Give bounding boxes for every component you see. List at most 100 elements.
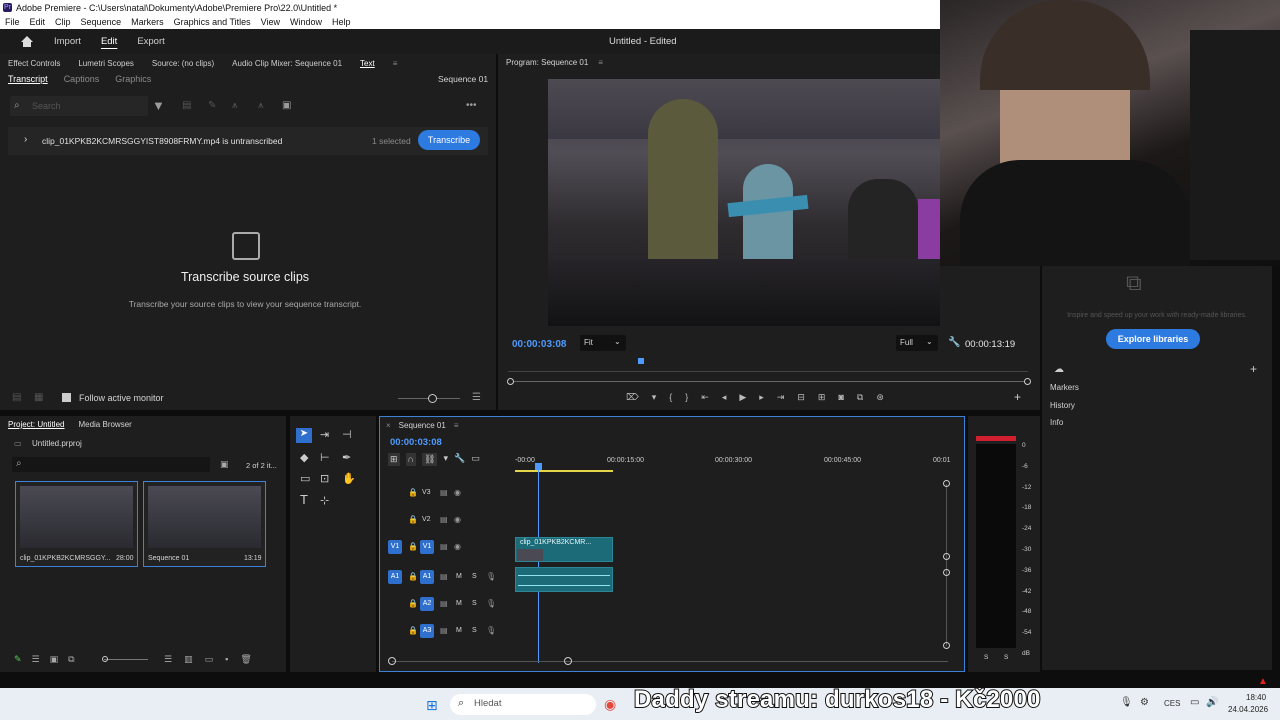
tab-project[interactable]: Project: Untitled: [8, 420, 64, 429]
program-timecode[interactable]: 00:00:03:08: [512, 339, 566, 350]
solo-button[interactable]: S: [472, 600, 477, 607]
chrome-icon[interactable]: ◉: [604, 696, 616, 713]
scroll-handle[interactable]: [943, 553, 950, 560]
vertical-zoom-scrollbar[interactable]: [946, 484, 947, 646]
snap-icon[interactable]: ∩: [405, 453, 417, 466]
markers-item[interactable]: Markers: [1050, 383, 1079, 392]
menu-view[interactable]: View: [261, 17, 280, 27]
audio-clip[interactable]: [515, 567, 613, 592]
mic-tray-icon[interactable]: 🎙: [1120, 697, 1133, 708]
tab-source[interactable]: Source: (no clips): [152, 59, 214, 68]
track-label-a1[interactable]: A1: [420, 570, 434, 584]
tab-graphics[interactable]: Graphics: [115, 74, 151, 84]
sync-icon[interactable]: ▤: [440, 626, 448, 635]
menu-window[interactable]: Window: [290, 17, 322, 27]
bin-icon[interactable]: ▣: [220, 459, 229, 470]
mark-out-icon[interactable]: }: [685, 392, 688, 403]
warning-icon[interactable]: ▲: [1258, 676, 1268, 687]
menu-edit[interactable]: Edit: [30, 17, 46, 27]
sort-icon[interactable]: ☰: [164, 654, 172, 665]
mic-icon[interactable]: 🎙: [486, 599, 496, 608]
list-view-icon[interactable]: ☰: [32, 654, 40, 665]
lock-icon[interactable]: 🔒: [408, 542, 418, 551]
new-item-icon[interactable]: ▪: [225, 654, 228, 665]
history-item[interactable]: History: [1050, 401, 1075, 410]
vr-icon[interactable]: ⊛: [876, 392, 884, 403]
solo-right[interactable]: S: [1004, 654, 1008, 661]
mute-button[interactable]: M: [456, 573, 462, 580]
mic-icon[interactable]: 🎙: [486, 572, 496, 581]
track-label-a2[interactable]: A2: [420, 597, 434, 611]
slip-icon[interactable]: ⊢: [320, 451, 330, 464]
program-scrollbar[interactable]: [508, 381, 1028, 382]
solo-button[interactable]: S: [472, 573, 477, 580]
menu-sequence[interactable]: Sequence: [81, 17, 122, 27]
timeline-timecode[interactable]: 00:00:03:08: [390, 437, 442, 448]
captions-icon[interactable]: ▣: [282, 100, 291, 111]
solo-button[interactable]: S: [472, 627, 477, 634]
mute-button[interactable]: M: [456, 627, 462, 634]
project-item-clip[interactable]: clip_01KPKB2KCMRSGGY... 28:00: [15, 481, 138, 567]
timeline-title[interactable]: Sequence 01: [399, 421, 446, 430]
eye-icon[interactable]: ◉: [454, 515, 461, 524]
pencil-icon[interactable]: ✎: [208, 100, 216, 111]
tab-media-browser[interactable]: Media Browser: [78, 420, 131, 429]
caption-tool-icon[interactable]: ⊹: [320, 494, 329, 507]
add-library-icon[interactable]: +: [1250, 362, 1257, 376]
freeform-icon[interactable]: ⧉: [68, 654, 74, 665]
mic-icon[interactable]: 🎙: [486, 626, 496, 635]
type-tool-icon[interactable]: T: [300, 492, 308, 507]
panel-menu-icon[interactable]: ≡: [393, 59, 398, 68]
lock-icon[interactable]: 🔒: [408, 488, 418, 497]
scroll-left-handle[interactable]: [507, 378, 514, 385]
source-a1[interactable]: A1: [388, 570, 402, 584]
selection-tool-icon[interactable]: ➤: [296, 428, 312, 443]
clock-time[interactable]: 18:40: [1246, 693, 1266, 702]
fit-select[interactable]: Fit ⌄: [580, 335, 626, 351]
eye-icon[interactable]: ◉: [454, 542, 461, 551]
tab-edit[interactable]: Edit: [101, 36, 117, 47]
clip-row[interactable]: › clip_01KPKB2KCMRSGGYIST8908FRMY.mp4 is…: [8, 127, 488, 155]
search-input[interactable]: ⌕ Search: [10, 96, 148, 116]
scroll-handle[interactable]: [943, 642, 950, 649]
transcribe-button[interactable]: Transcribe: [418, 130, 480, 150]
project-item-sequence[interactable]: Sequence 01 13:19: [143, 481, 266, 567]
overwrite-icon[interactable]: ⊞: [818, 392, 826, 403]
automate-icon[interactable]: ▥: [184, 654, 193, 665]
split-icon[interactable]: ▤: [182, 100, 191, 111]
new-bin-icon[interactable]: ▭: [205, 654, 214, 665]
program-menu-icon[interactable]: ≡: [598, 58, 603, 67]
menu-graphics[interactable]: Graphics and Titles: [174, 17, 251, 27]
zoom-tool-icon[interactable]: ⊡: [320, 472, 329, 485]
menu-help[interactable]: Help: [332, 17, 351, 27]
add-button-icon[interactable]: +: [1014, 390, 1021, 404]
pen-icon[interactable]: ✒: [342, 451, 351, 464]
extract-icon[interactable]: ⌦: [626, 392, 639, 403]
track-label-a3[interactable]: A3: [420, 624, 434, 638]
source-v1[interactable]: V1: [388, 540, 402, 554]
mark-in-icon[interactable]: {: [669, 392, 672, 403]
sync-icon[interactable]: ▤: [440, 488, 448, 497]
tab-captions[interactable]: Captions: [64, 74, 100, 84]
add-marker-icon[interactable]: ▾: [443, 453, 448, 466]
close-icon[interactable]: ×: [386, 421, 391, 430]
speaker-icon[interactable]: ⩚: [258, 100, 264, 111]
thumb-size-slider[interactable]: [104, 659, 148, 660]
icon-view-icon[interactable]: ▣: [50, 654, 59, 665]
tab-lumetri-scopes[interactable]: Lumetri Scopes: [78, 59, 134, 68]
eye-icon[interactable]: ◉: [454, 488, 461, 497]
tab-export[interactable]: Export: [137, 36, 164, 47]
scroll-handle[interactable]: [564, 657, 572, 665]
explore-libraries-button[interactable]: Explore libraries: [1106, 329, 1200, 349]
thumb-size-handle[interactable]: [102, 656, 108, 662]
scroll-right-handle[interactable]: [1024, 378, 1031, 385]
windows-start-icon[interactable]: ⊞: [426, 697, 438, 714]
menu-markers[interactable]: Markers: [131, 17, 164, 27]
timeline-ruler[interactable]: -00:00 00:00:15:00 00:00:30:00 00:00:45:…: [515, 457, 955, 469]
horizontal-scrollbar[interactable]: [392, 661, 948, 662]
ripple-edit-icon[interactable]: ⊣: [342, 428, 352, 441]
menu-clip[interactable]: Clip: [55, 17, 71, 27]
cloud-icon[interactable]: ☁: [1054, 364, 1064, 375]
project-search-input[interactable]: ⌕: [12, 457, 210, 472]
lock-icon[interactable]: 🔒: [408, 515, 418, 524]
